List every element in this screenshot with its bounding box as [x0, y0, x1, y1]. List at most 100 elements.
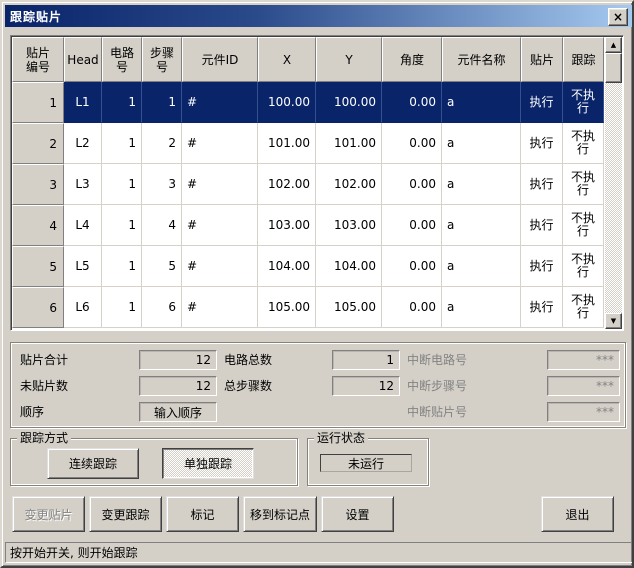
cell-step-no[interactable]: 3: [142, 164, 182, 205]
cell-circuit-no[interactable]: 1: [102, 123, 142, 164]
cell-step-no[interactable]: 5: [142, 246, 182, 287]
cell-track[interactable]: 不执行: [563, 246, 604, 287]
cell-head[interactable]: L3: [64, 164, 102, 205]
scroll-up-button[interactable]: ▲: [605, 37, 622, 53]
cell-angle[interactable]: 0.00: [382, 82, 442, 123]
cell-angle[interactable]: 0.00: [382, 205, 442, 246]
column-header-place[interactable]: 贴片: [521, 37, 563, 82]
cell-component-id[interactable]: #: [182, 164, 258, 205]
cell-circuit-no[interactable]: 1: [102, 246, 142, 287]
column-header-angle[interactable]: 角度: [382, 37, 442, 82]
cell-component-name[interactable]: a: [442, 82, 521, 123]
settings-button[interactable]: 设置: [321, 496, 394, 532]
status-bar: 按开始开关, 则开始跟踪: [5, 542, 632, 563]
cell-head[interactable]: L5: [64, 246, 102, 287]
cell-head[interactable]: L6: [64, 287, 102, 328]
window-title: 跟踪贴片: [10, 9, 63, 24]
column-header-component-name[interactable]: 元件名称: [442, 37, 521, 82]
cell-track[interactable]: 不执行: [563, 82, 604, 123]
cell-component-id[interactable]: #: [182, 246, 258, 287]
cell-x[interactable]: 101.00: [258, 123, 316, 164]
row-header[interactable]: 2: [12, 123, 64, 164]
cell-component-name[interactable]: a: [442, 287, 521, 328]
cell-circuit-no[interactable]: 1: [102, 164, 142, 205]
cell-place[interactable]: 执行: [521, 123, 563, 164]
cell-track[interactable]: 不执行: [563, 164, 604, 205]
cell-x[interactable]: 105.00: [258, 287, 316, 328]
cell-x[interactable]: 102.00: [258, 164, 316, 205]
cell-y[interactable]: 100.00: [316, 82, 382, 123]
break-chip-number: ***: [596, 405, 614, 419]
cell-head[interactable]: L1: [64, 82, 102, 123]
total-chips-label: 贴片合计: [20, 353, 69, 367]
run-status-title: 运行状态: [314, 431, 369, 445]
scroll-thumb[interactable]: [605, 53, 622, 83]
row-header[interactable]: 3: [12, 164, 64, 205]
vertical-scrollbar[interactable]: ▲ ▼: [605, 37, 622, 329]
cell-track[interactable]: 不执行: [563, 123, 604, 164]
move-to-mark-label: 移到标记点: [249, 507, 310, 522]
cell-circuit-no[interactable]: 1: [102, 287, 142, 328]
column-header-x[interactable]: X: [258, 37, 316, 82]
cell-component-id[interactable]: #: [182, 123, 258, 164]
cell-y[interactable]: 101.00: [316, 123, 382, 164]
cell-angle[interactable]: 0.00: [382, 287, 442, 328]
column-header-chip-no[interactable]: 贴片 编号: [12, 37, 64, 82]
column-header-track[interactable]: 跟踪: [563, 37, 604, 82]
row-header[interactable]: 1: [12, 82, 64, 123]
cell-angle[interactable]: 0.00: [382, 164, 442, 205]
order-label: 顺序: [20, 405, 45, 419]
cell-component-id[interactable]: #: [182, 82, 258, 123]
cell-y[interactable]: 105.00: [316, 287, 382, 328]
cell-step-no[interactable]: 1: [142, 82, 182, 123]
cell-place[interactable]: 执行: [521, 82, 563, 123]
cell-component-id[interactable]: #: [182, 287, 258, 328]
cell-place[interactable]: 执行: [521, 287, 563, 328]
cell-track[interactable]: 不执行: [563, 287, 604, 328]
move-to-mark-button[interactable]: 移到标记点: [243, 496, 317, 532]
cell-head[interactable]: L4: [64, 205, 102, 246]
cell-place[interactable]: 执行: [521, 205, 563, 246]
cell-circuit-no[interactable]: 1: [102, 82, 142, 123]
column-header-y[interactable]: Y: [316, 37, 382, 82]
cell-y[interactable]: 104.00: [316, 246, 382, 287]
cell-place[interactable]: 执行: [521, 246, 563, 287]
column-header-component-id[interactable]: 元件ID: [182, 37, 258, 82]
close-button[interactable]: ×: [608, 8, 628, 26]
scroll-down-button[interactable]: ▼: [605, 313, 622, 329]
cell-angle[interactable]: 0.00: [382, 246, 442, 287]
column-header-head[interactable]: Head: [64, 37, 102, 82]
mark-button[interactable]: 标记: [166, 496, 239, 532]
settings-label: 设置: [345, 507, 370, 522]
cell-track[interactable]: 不执行: [563, 205, 604, 246]
cell-place[interactable]: 执行: [521, 164, 563, 205]
exit-button[interactable]: 退出: [541, 496, 614, 532]
change-track-label: 变更跟踪: [101, 507, 150, 522]
cell-component-name[interactable]: a: [442, 205, 521, 246]
break-chip-value: ***: [547, 402, 620, 422]
cell-component-name[interactable]: a: [442, 164, 521, 205]
single-track-button[interactable]: 单独跟踪: [162, 448, 254, 479]
cell-y[interactable]: 102.00: [316, 164, 382, 205]
cell-component-name[interactable]: a: [442, 123, 521, 164]
cell-component-name[interactable]: a: [442, 246, 521, 287]
cell-step-no[interactable]: 6: [142, 287, 182, 328]
column-header-circuit-no[interactable]: 电路 号: [102, 37, 142, 82]
close-icon: ×: [612, 10, 624, 24]
column-header-step-no[interactable]: 步骤 号: [142, 37, 182, 82]
cell-x[interactable]: 103.00: [258, 205, 316, 246]
cell-step-no[interactable]: 4: [142, 205, 182, 246]
cell-component-id[interactable]: #: [182, 205, 258, 246]
cell-angle[interactable]: 0.00: [382, 123, 442, 164]
cell-step-no[interactable]: 2: [142, 123, 182, 164]
change-track-button[interactable]: 变更跟踪: [89, 496, 162, 532]
cell-x[interactable]: 100.00: [258, 82, 316, 123]
cell-y[interactable]: 103.00: [316, 205, 382, 246]
cell-circuit-no[interactable]: 1: [102, 205, 142, 246]
cell-head[interactable]: L2: [64, 123, 102, 164]
row-header[interactable]: 6: [12, 287, 64, 328]
row-header[interactable]: 5: [12, 246, 64, 287]
row-header[interactable]: 4: [12, 205, 64, 246]
continuous-track-button[interactable]: 连续跟踪: [47, 448, 139, 479]
cell-x[interactable]: 104.00: [258, 246, 316, 287]
